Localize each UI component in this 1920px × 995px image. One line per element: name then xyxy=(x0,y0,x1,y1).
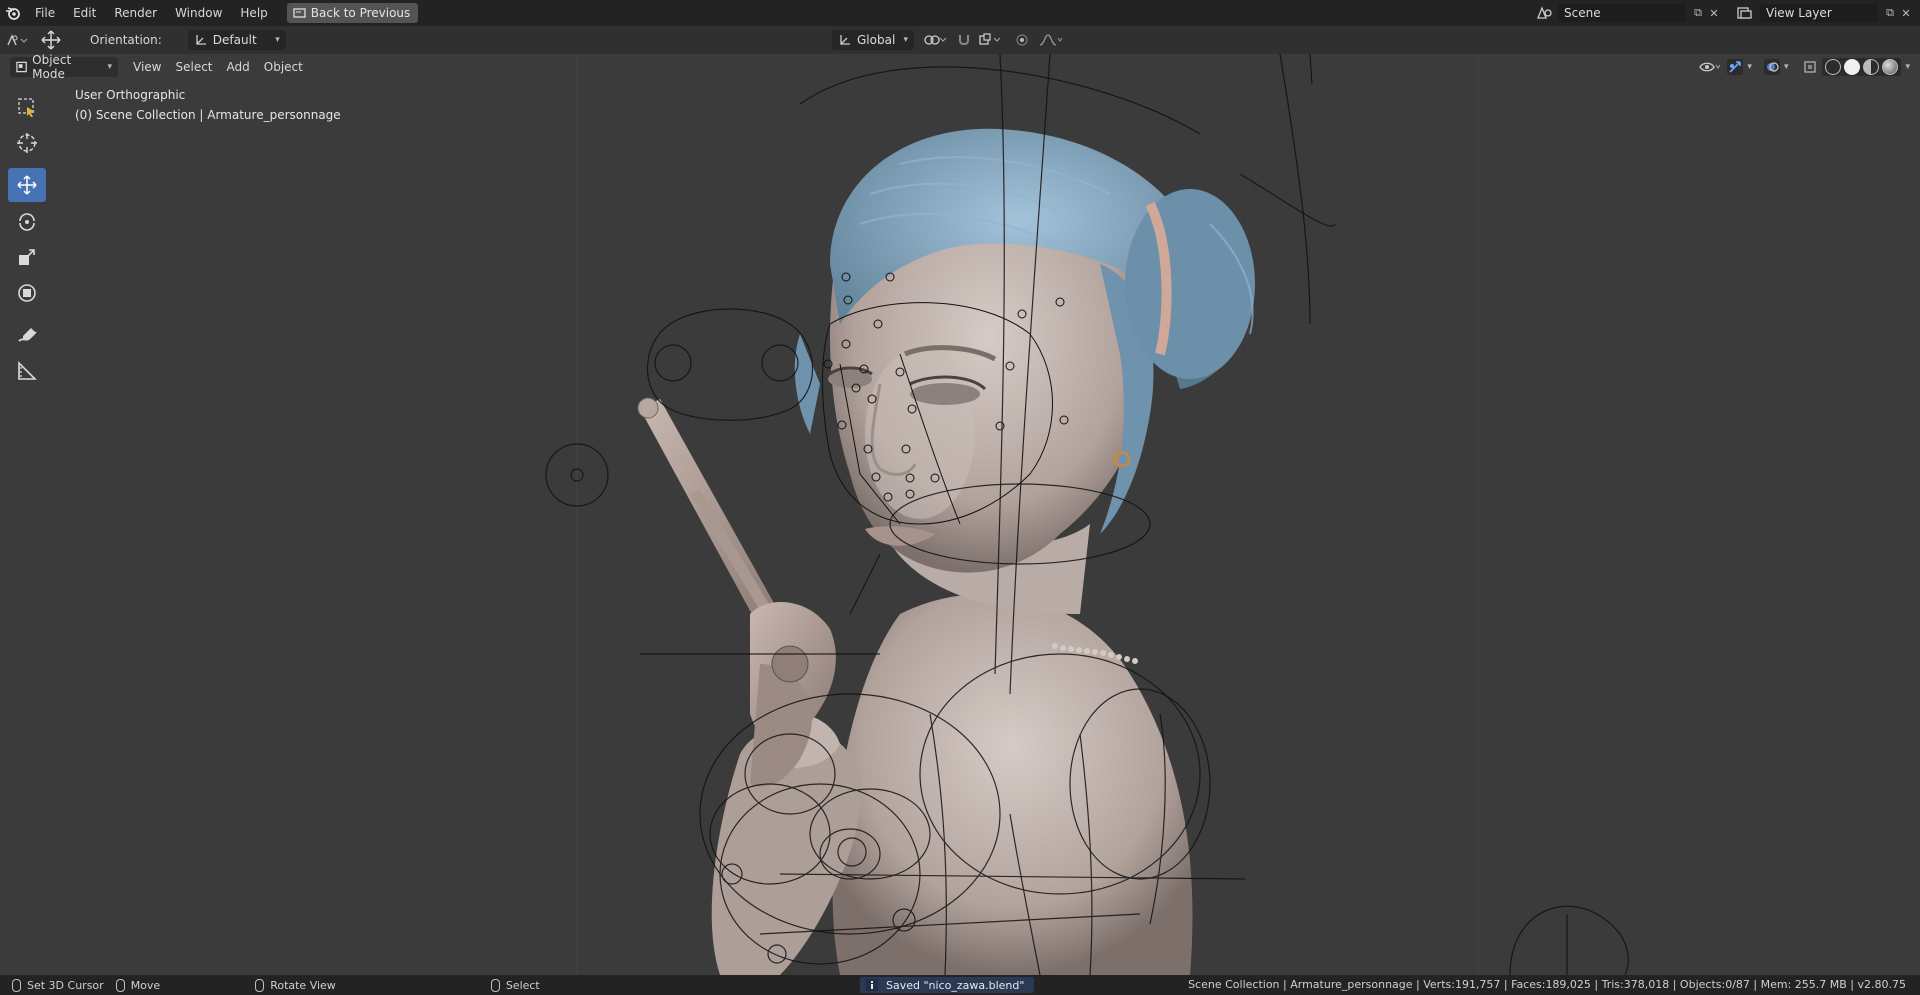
delete-scene-icon[interactable]: ✕ xyxy=(1706,5,1722,21)
menu-file[interactable]: File xyxy=(26,0,64,26)
viewport-display-controls: ▾ ▾ ▾ xyxy=(1697,56,1910,78)
blender-logo-icon[interactable] xyxy=(0,0,26,26)
solid-shading-icon[interactable] xyxy=(1844,59,1861,75)
overlays-toggle-icon[interactable] xyxy=(1763,59,1780,75)
screen-icon xyxy=(293,7,306,18)
topbar-right: Scene ⧉ ✕ View Layer ⧉ ✕ xyxy=(1532,0,1920,26)
mouse-icon xyxy=(490,978,500,992)
transform-orientation-dropdown[interactable]: Global ▾ xyxy=(832,30,914,50)
chevron-down-icon[interactable]: ▾ xyxy=(1747,62,1752,72)
view-layer-name: View Layer xyxy=(1766,6,1832,20)
annotate-tool[interactable] xyxy=(8,318,46,352)
mouse-right-icon xyxy=(255,978,265,992)
editor-type-icon[interactable] xyxy=(0,32,34,48)
material-shading-icon[interactable] xyxy=(1863,59,1880,75)
viewport-header: Object Mode ▾ View Select Add Object xyxy=(0,53,1920,81)
status-left-action: Set 3D Cursor xyxy=(27,978,104,992)
snap-target-icon[interactable] xyxy=(976,32,1006,48)
annotate-icon xyxy=(18,328,37,342)
tool-settings-header: Orientation: Default ▾ Global ▾ xyxy=(0,26,1920,54)
back-to-previous-label: Back to Previous xyxy=(310,6,411,20)
menu-select[interactable]: Select xyxy=(168,60,219,74)
measure-tool[interactable] xyxy=(8,354,46,388)
gizmo-toggle-icon[interactable] xyxy=(1727,59,1744,75)
mouse-left-icon xyxy=(12,978,21,992)
orientation-axes-icon xyxy=(196,35,206,45)
scene-selector-icon[interactable] xyxy=(1532,5,1558,21)
scene-name-field[interactable]: Scene xyxy=(1558,4,1686,22)
status-right-action: Rotate View xyxy=(270,978,336,992)
transform-icon xyxy=(18,284,36,302)
orientation-dropdown[interactable]: Default ▾ xyxy=(187,30,286,50)
pivot-point-icon[interactable] xyxy=(920,32,950,48)
back-to-previous-button[interactable]: Back to Previous xyxy=(286,3,419,23)
view-layer-field[interactable]: View Layer xyxy=(1760,4,1878,22)
menu-object[interactable]: Object xyxy=(257,60,310,74)
character-render xyxy=(545,54,1629,975)
scene-name: Scene xyxy=(1564,6,1601,20)
status-right-click: Rotate View xyxy=(255,978,336,992)
view-name: User Orthographic xyxy=(75,88,186,102)
cursor-icon xyxy=(17,133,37,153)
menu-view[interactable]: View xyxy=(126,60,168,74)
move-tool-icon[interactable] xyxy=(34,30,68,50)
top-menubar: File Edit Render Window Help Back to Pre… xyxy=(0,0,1920,26)
chevron-down-icon: ▾ xyxy=(275,35,280,45)
scale-tool[interactable] xyxy=(8,240,46,274)
wireframe-shading-icon[interactable] xyxy=(1825,59,1842,75)
proportional-editing-icon[interactable] xyxy=(1014,32,1030,48)
delete-view-layer-icon[interactable]: ✕ xyxy=(1898,5,1914,21)
xray-toggle-icon[interactable] xyxy=(1802,59,1818,75)
menu-help[interactable]: Help xyxy=(231,0,276,26)
falloff-icon[interactable] xyxy=(1036,32,1066,48)
move-tool[interactable] xyxy=(8,168,46,202)
menu-render[interactable]: Render xyxy=(105,0,166,26)
new-view-layer-icon[interactable]: ⧉ xyxy=(1882,5,1898,21)
chevron-down-icon: ▾ xyxy=(107,62,112,72)
select-box-tool[interactable] xyxy=(8,90,46,124)
chevron-down-icon[interactable]: ▾ xyxy=(1905,62,1910,72)
report-message[interactable]: Saved "nico_zawa.blend" xyxy=(860,977,1035,993)
move-icon xyxy=(17,175,37,195)
rotate-icon xyxy=(19,213,35,231)
scale-icon xyxy=(19,249,35,265)
report-text: Saved "nico_zawa.blend" xyxy=(886,978,1025,992)
object-mode-value: Object Mode xyxy=(32,53,72,81)
view-layer-selector-icon[interactable] xyxy=(1730,5,1760,21)
object-mode-icon xyxy=(16,61,27,73)
cursor-tool[interactable] xyxy=(8,126,46,160)
menu-edit[interactable]: Edit xyxy=(64,0,105,26)
3d-viewport[interactable]: User Orthographic (0) Scene Collection |… xyxy=(0,54,1920,975)
status-select: Select xyxy=(490,978,540,992)
chevron-down-icon: ▾ xyxy=(903,35,908,45)
visibility-eye-icon[interactable] xyxy=(1697,59,1723,75)
object-mode-dropdown[interactable]: Object Mode ▾ xyxy=(10,53,118,81)
rotate-tool[interactable] xyxy=(8,204,46,238)
select-box-icon xyxy=(18,98,35,117)
shading-mode-group xyxy=(1822,58,1902,76)
status-left-click: Set 3D Cursor xyxy=(12,978,104,992)
transform-tool[interactable] xyxy=(8,276,46,310)
info-icon xyxy=(866,979,878,991)
orientation-value: Default xyxy=(212,33,257,47)
menu-window[interactable]: Window xyxy=(166,0,231,26)
rendered-shading-icon[interactable] xyxy=(1882,59,1899,75)
snap-icon[interactable] xyxy=(956,32,972,48)
menu-add[interactable]: Add xyxy=(220,60,257,74)
global-axes-icon xyxy=(840,35,850,45)
scene-statistics: Scene Collection | Armature_personnage |… xyxy=(1188,978,1906,991)
status-select-action: Select xyxy=(505,978,540,992)
transform-orientation-value: Global xyxy=(857,33,896,47)
status-bar: Set 3D Cursor Move Rotate View Select Sa… xyxy=(0,975,1920,995)
collection-info: (0) Scene Collection | Armature_personna… xyxy=(75,108,341,122)
left-toolbar xyxy=(8,90,46,390)
measure-icon xyxy=(18,361,37,380)
mouse-middle-icon xyxy=(115,978,125,992)
orientation-label: Orientation: xyxy=(90,33,162,47)
new-scene-icon[interactable]: ⧉ xyxy=(1690,5,1706,21)
chevron-down-icon[interactable]: ▾ xyxy=(1784,62,1789,72)
status-middle-action: Move xyxy=(130,978,161,992)
status-middle-click: Move xyxy=(115,978,161,992)
